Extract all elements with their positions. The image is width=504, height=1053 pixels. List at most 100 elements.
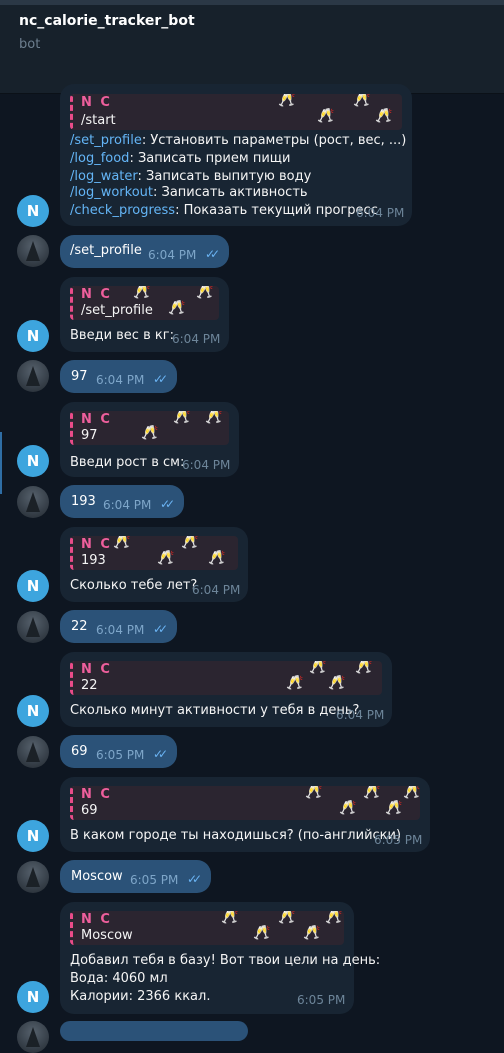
user-message[interactable]: Moscow 6:05 PM ✓✓ (60, 860, 211, 893)
bot-message[interactable]: N C 69 🥂 🥂 🥂 🥂 🥂 В каком городе ты наход… (60, 777, 430, 852)
message-time: 6:04 PM (96, 373, 145, 387)
message-text-line: Добавил тебя в базу! Вот твои цели на де… (70, 953, 381, 968)
champagne-glasses-icon: 🥂 (353, 94, 371, 108)
message-text: 69 (71, 744, 88, 759)
champagne-glasses-icon: 🥂 (317, 108, 335, 124)
reply-quote[interactable]: N C 97 🥂 🥂 🥂 (70, 411, 229, 445)
champagne-glasses-icon: 🥂 (328, 675, 346, 691)
bot-avatar[interactable]: N (17, 195, 49, 227)
double-check-icon: ✓✓ (153, 372, 168, 386)
bot-message[interactable]: N C 22 🥂 🥂 🥂 🥂 Сколько минут активности … (60, 652, 392, 727)
reply-quote[interactable]: N C /start 🥂 🥂 🥂 🥂 (70, 94, 402, 130)
command-description: : Показать текущий прогресс (175, 203, 378, 218)
user-message[interactable]: 193 6:04 PM ✓✓ (60, 485, 184, 518)
bot-avatar[interactable]: N (17, 320, 49, 352)
champagne-glasses-icon: 🥂 (181, 536, 199, 550)
command-line: /log_workout: Записать активность (70, 185, 308, 200)
message-text: Введи вес в кг: (70, 328, 174, 343)
champagne-glasses-icon: 🥂 (173, 411, 191, 425)
bot-avatar[interactable]: N (17, 570, 49, 602)
champagne-glasses-icon: 🥂 (325, 911, 343, 925)
quote-author: N C (81, 95, 112, 110)
reply-quote[interactable]: N C 22 🥂 🥂 🥂 🥂 (70, 661, 382, 695)
command-link[interactable]: /log_workout (70, 185, 153, 200)
command-line: /log_food: Записать прием пищи (70, 151, 290, 166)
bot-message[interactable]: N C 97 🥂 🥂 🥂 Введи рост в см: 6:04 PM (60, 402, 239, 477)
message-time: 6:05 PM (130, 873, 179, 887)
command-description: : Записать прием пищи (129, 151, 291, 166)
user-avatar[interactable] (17, 736, 49, 768)
reply-quote[interactable]: N C Moscow 🥂 🥂 🥂 🥂 🥂 (70, 911, 344, 945)
champagne-glasses-icon: 🥂 (141, 425, 159, 441)
scroll-indicator (0, 432, 2, 494)
champagne-glasses-icon: 🥂 (355, 661, 373, 675)
bot-message[interactable]: N C /set_profile 🥂 🥂 🥂 Введи вес в кг: 6… (60, 277, 229, 352)
reply-quote[interactable]: N C 69 🥂 🥂 🥂 🥂 🥂 (70, 786, 420, 820)
champagne-glasses-icon: 🥂 (403, 786, 420, 800)
window-top-strip (0, 0, 504, 5)
champagne-glasses-icon: 🥂 (363, 786, 381, 800)
message-text: Сколько минут активности у тебя в день? (70, 703, 360, 718)
command-link[interactable]: /log_water (70, 169, 138, 184)
champagne-glasses-icon: 🥂 (196, 286, 214, 300)
user-message[interactable]: 69 6:05 PM ✓✓ (60, 735, 177, 768)
user-message[interactable] (60, 1021, 248, 1041)
quote-author: N C (81, 537, 112, 552)
quote-text: 69 (81, 803, 98, 818)
command-link[interactable]: /set_profile (70, 133, 142, 148)
chat-status: bot (19, 37, 41, 52)
user-message[interactable]: 22 6:04 PM ✓✓ (60, 610, 177, 643)
quote-author: N C (81, 412, 112, 427)
command-line: /set_profile: Установить параметры (рост… (70, 133, 406, 148)
user-avatar[interactable] (17, 611, 49, 643)
message-time: 6:04 PM (103, 498, 152, 512)
message-text: Введи рост в см: (70, 455, 185, 470)
user-avatar[interactable] (17, 235, 49, 267)
reply-quote[interactable]: N C /set_profile 🥂 🥂 🥂 (70, 286, 219, 320)
message-time: 6:04 PM (148, 248, 197, 262)
bot-avatar[interactable]: N (17, 981, 49, 1013)
command-link[interactable]: /check_progress (70, 203, 175, 218)
message-text-line: Вода: 4060 мл (70, 971, 168, 986)
quote-text: 22 (81, 678, 98, 693)
user-avatar[interactable] (17, 486, 49, 518)
message-time: 6:05 PM (96, 748, 145, 762)
command-description: : Записать выпитую воду (137, 169, 312, 184)
user-avatar[interactable] (17, 360, 49, 392)
message-text: Moscow (71, 869, 123, 884)
chat-header[interactable]: nc_calorie_tracker_bot bot (0, 0, 504, 94)
double-check-icon: ✓✓ (205, 247, 220, 261)
message-time: 6:05 PM (374, 833, 423, 847)
champagne-glasses-icon: 🥂 (221, 911, 239, 925)
bot-avatar[interactable]: N (17, 445, 49, 477)
user-avatar[interactable] (17, 861, 49, 893)
bot-message[interactable]: N C /start 🥂 🥂 🥂 🥂 /set_profile: Установ… (60, 84, 412, 226)
command-link[interactable]: /log_food (70, 151, 129, 166)
chat-title[interactable]: nc_calorie_tracker_bot (19, 13, 195, 29)
quote-text: 193 (81, 553, 106, 568)
bot-avatar[interactable]: N (17, 820, 49, 852)
bot-avatar[interactable]: N (17, 695, 49, 727)
message-text-line: Калории: 2366 ккал. (70, 989, 211, 1004)
message-text: В каком городе ты находишься? (по-англий… (70, 828, 402, 843)
message-time: 6:04 PM (182, 458, 231, 472)
user-avatar[interactable] (17, 1021, 49, 1053)
reply-quote[interactable]: N C 193 🥂 🥂 🥂 🥂 (70, 536, 238, 570)
champagne-glasses-icon: 🥂 (303, 925, 321, 941)
champagne-glasses-icon: 🥂 (133, 286, 151, 300)
message-text: /set_profile (70, 243, 142, 258)
quote-author: N C (81, 662, 112, 677)
user-message[interactable]: /set_profile 6:04 PM ✓✓ (60, 235, 229, 268)
champagne-glasses-icon: 🥂 (385, 800, 403, 816)
message-text: Сколько тебе лет? (70, 578, 198, 593)
user-message[interactable]: 97 6:04 PM ✓✓ (60, 360, 177, 393)
bot-message[interactable]: N C 193 🥂 🥂 🥂 🥂 Сколько тебе лет? 6:04 P… (60, 527, 248, 602)
quote-author: N C (81, 287, 112, 302)
champagne-glasses-icon: 🥂 (113, 536, 131, 550)
command-description: : Установить параметры (рост, вес, ...) (141, 133, 407, 148)
champagne-glasses-icon: 🥂 (309, 661, 327, 675)
bot-message[interactable]: N C Moscow 🥂 🥂 🥂 🥂 🥂 Добавил тебя в базу… (60, 902, 380, 1014)
champagne-glasses-icon: 🥂 (339, 800, 357, 816)
double-check-icon: ✓✓ (187, 872, 202, 886)
champagne-glasses-icon: 🥂 (286, 675, 304, 691)
